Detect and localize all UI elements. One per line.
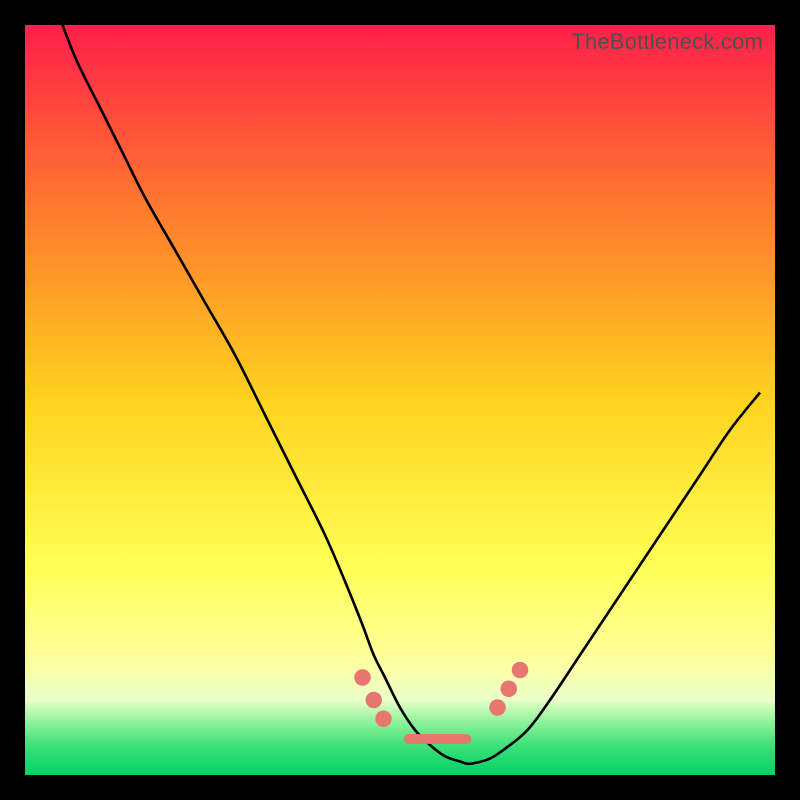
flat-bottom-segment [404,734,472,744]
highlight-dot [375,711,392,728]
bottleneck-curve-layer [25,25,775,775]
bottleneck-curve [63,25,761,764]
highlight-dot [501,681,518,698]
plot-area: TheBottleneck.com [25,25,775,775]
highlight-dot [366,692,383,709]
highlight-dot [489,699,506,716]
highlight-dot [512,662,529,679]
highlight-dot [354,669,371,686]
highlight-markers [354,662,528,727]
watermark-text: TheBottleneck.com [571,29,763,55]
chart-frame: TheBottleneck.com [0,0,800,800]
